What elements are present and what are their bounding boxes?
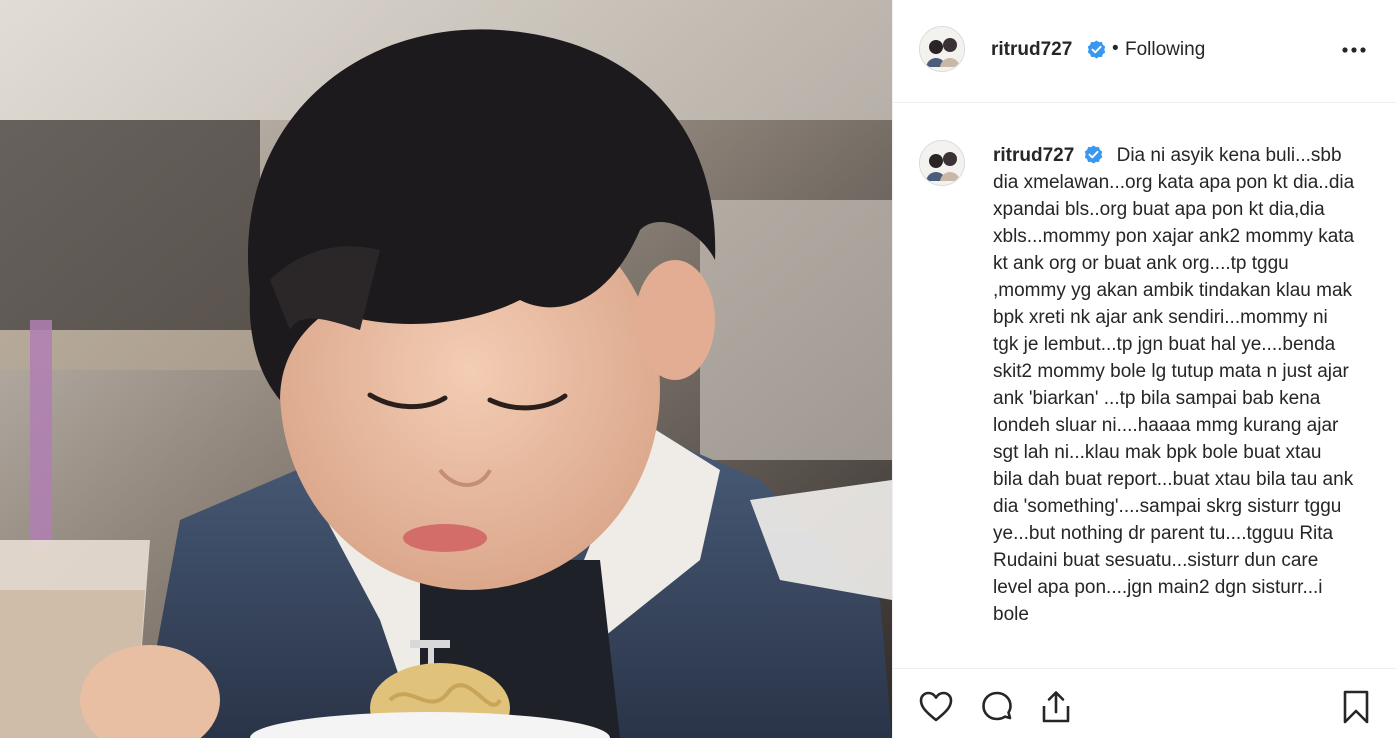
following-button[interactable]: Following: [1125, 39, 1205, 61]
avatar-image: [920, 27, 964, 71]
header-separator: •: [1112, 38, 1119, 59]
post-actions-bar: [893, 668, 1396, 738]
more-options-icon[interactable]: [1341, 40, 1367, 60]
caption-text: Dia ni asyik kena buli...sbb dia xmelawa…: [993, 145, 1355, 625]
verified-badge-icon: [1085, 145, 1103, 164]
avatar-image: [920, 141, 964, 185]
caption-author-avatar[interactable]: [919, 140, 965, 186]
heart-icon[interactable]: [918, 689, 954, 725]
author-avatar[interactable]: [919, 26, 965, 72]
comments-section[interactable]: ritrud727 Dia ni asyik kena buli...sbb d…: [893, 104, 1396, 668]
caption-author-username[interactable]: ritrud727: [993, 145, 1074, 166]
post-photo-illustration: [0, 0, 892, 738]
author-username[interactable]: ritrud727: [991, 39, 1072, 61]
post-header: ritrud727 • Following: [893, 0, 1396, 103]
bookmark-icon[interactable]: [1338, 689, 1374, 725]
post-photo[interactable]: [0, 0, 892, 738]
comment-bubble-icon[interactable]: [979, 689, 1015, 725]
post-caption: ritrud727 Dia ni asyik kena buli...sbb d…: [993, 142, 1355, 628]
share-icon[interactable]: [1038, 689, 1074, 725]
verified-badge-icon: [1087, 40, 1106, 59]
post-sidebar: ritrud727 • Following ritrud727 Dia ni a…: [892, 0, 1396, 738]
